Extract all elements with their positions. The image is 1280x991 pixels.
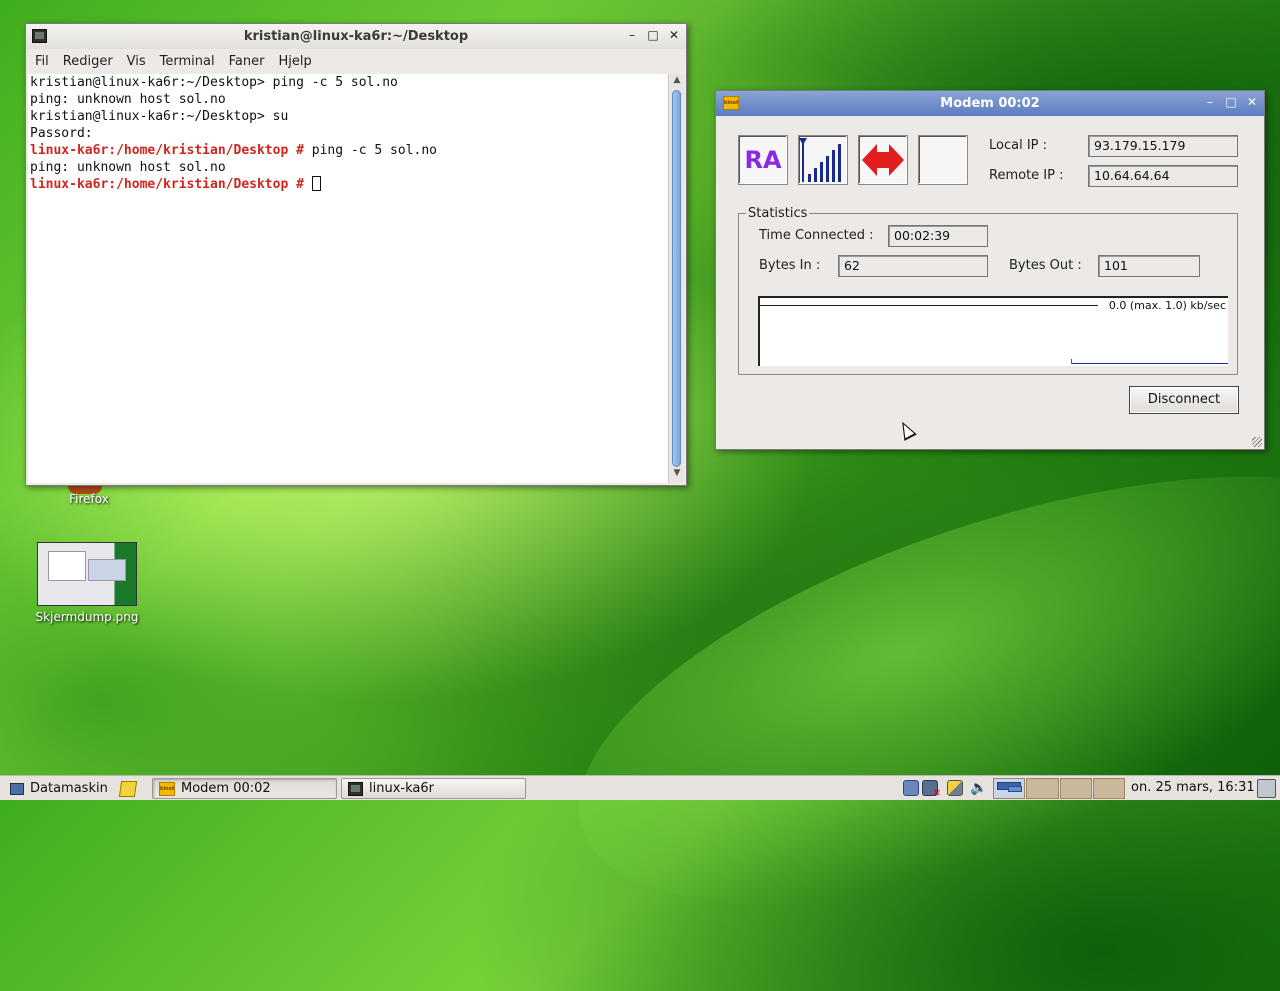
updater-icon[interactable]: [947, 780, 963, 796]
kinternet-icon: kinet: [159, 781, 175, 796]
desktop-icon-firefox[interactable]: Firefox: [29, 492, 149, 506]
task-label: Modem 00:02: [181, 781, 271, 796]
workspace-4[interactable]: [1092, 778, 1125, 799]
vertical-scrollbar[interactable]: ▲ ▼: [668, 74, 684, 483]
local-ip-field: 93.179.15.179: [1088, 135, 1238, 157]
start-menu-button[interactable]: Datamaskin: [4, 778, 116, 799]
maximize-icon[interactable]: □: [647, 28, 659, 42]
signal-strength-icon: [798, 135, 848, 185]
clipboard-icon[interactable]: [903, 780, 919, 796]
bytes-in-label: Bytes In :: [759, 258, 821, 273]
time-connected-label: Time Connected :: [759, 228, 874, 243]
minimize-icon[interactable]: –: [1204, 95, 1216, 109]
graph-max-line: [760, 305, 1098, 306]
close-icon[interactable]: ✕: [1246, 95, 1258, 109]
network-disconnected-icon[interactable]: ✕: [922, 780, 941, 799]
rate-label: 0.0 (max. 1.0) kb/sec: [1108, 299, 1226, 312]
scroll-up-icon[interactable]: ▲: [669, 75, 685, 89]
clock[interactable]: on. 25 mars, 16:31: [1131, 780, 1255, 795]
ra-indicator: RA: [738, 135, 788, 185]
desktop-icon-label: Firefox: [69, 492, 109, 506]
menu-vis[interactable]: Vis: [120, 54, 153, 69]
terminal-output[interactable]: kristian@linux-ka6r:~/Desktop> ping -c 5…: [28, 74, 668, 483]
window-titlebar[interactable]: kinet Modem 00:02 – □ ✕: [716, 91, 1264, 116]
start-menu-label: Datamaskin: [30, 781, 108, 796]
image-thumbnail-icon: [37, 542, 137, 606]
scrollbar-thumb[interactable]: [672, 90, 681, 467]
menu-hjelp[interactable]: Hjelp: [271, 54, 318, 69]
terminal-line: kristian@linux-ka6r:~/Desktop> ping -c 5…: [30, 75, 398, 90]
terminal-line: linux-ka6r:/home/kristian/Desktop # ping…: [30, 143, 437, 158]
local-ip-label: Local IP :: [989, 138, 1048, 153]
maximize-icon[interactable]: □: [1225, 95, 1237, 109]
terminal-line: linux-ka6r:/home/kristian/Desktop #: [30, 176, 666, 193]
task-modem[interactable]: kinet Modem 00:02: [152, 778, 337, 799]
menubar: Fil Rediger Vis Terminal Faner Hjelp: [26, 49, 686, 73]
window-titlebar[interactable]: kristian@linux-ka6r:~/Desktop – □ ✕: [26, 24, 686, 49]
terminal-line: ping: unknown host sol.no: [30, 160, 226, 175]
modem-window[interactable]: kinet Modem 00:02 – □ ✕ RA Local IP : 93…: [715, 90, 1265, 450]
window-title: Modem 00:02: [940, 96, 1040, 111]
graph-baseline: [1072, 363, 1228, 364]
throughput-graph: 0.0 (max. 1.0) kb/sec: [758, 296, 1228, 366]
bytes-out-field: 101: [1098, 255, 1200, 277]
computer-icon: [10, 782, 24, 795]
bytes-in-field: 62: [838, 255, 988, 277]
workspace-pager[interactable]: [993, 778, 1125, 799]
terminal-icon: [348, 781, 363, 796]
show-desktop-icon[interactable]: [1257, 779, 1276, 798]
workspace-3[interactable]: [1059, 778, 1092, 799]
transfer-arrows-icon: [858, 135, 908, 185]
resize-grip-icon[interactable]: [1252, 437, 1262, 447]
remote-ip-label: Remote IP :: [989, 168, 1064, 183]
volume-icon[interactable]: 🔈: [970, 780, 987, 796]
disconnect-button[interactable]: Disconnect: [1129, 386, 1239, 414]
remote-ip-field: 10.64.64.64: [1088, 165, 1238, 187]
minimize-icon[interactable]: –: [626, 28, 638, 42]
terminal-line: ping: unknown host sol.no: [30, 92, 226, 107]
menu-terminal[interactable]: Terminal: [153, 54, 222, 69]
statistics-legend: Statistics: [746, 206, 810, 221]
scroll-down-icon[interactable]: ▼: [669, 468, 685, 482]
terminal-window[interactable]: kristian@linux-ka6r:~/Desktop – □ ✕ Fil …: [25, 23, 687, 486]
bytes-out-label: Bytes Out :: [1009, 258, 1082, 273]
notepad-icon: [118, 780, 138, 797]
window-title: kristian@linux-ka6r:~/Desktop: [243, 29, 469, 44]
task-label: linux-ka6r: [369, 781, 434, 796]
notes-launcher[interactable]: [118, 778, 144, 799]
task-terminal[interactable]: linux-ka6r: [341, 778, 526, 799]
workspace-1[interactable]: [993, 778, 1026, 799]
terminal-line: Passord:: [30, 126, 93, 141]
menu-faner[interactable]: Faner: [222, 54, 272, 69]
desktop-icon-label: Skjermdump.png: [35, 610, 139, 624]
empty-status-slot: [918, 135, 968, 185]
terminal-line: kristian@linux-ka6r:~/Desktop> su: [30, 109, 289, 124]
menu-fil[interactable]: Fil: [28, 54, 56, 69]
taskbar: Datamaskin kinet Modem 00:02 linux-ka6r …: [0, 775, 1280, 800]
close-icon[interactable]: ✕: [668, 28, 680, 42]
time-connected-field: 00:02:39: [888, 225, 988, 247]
text-cursor: [311, 176, 321, 191]
desktop-icon-screenshot[interactable]: Skjermdump.png: [27, 542, 147, 624]
menu-rediger[interactable]: Rediger: [56, 54, 120, 69]
workspace-2[interactable]: [1026, 778, 1059, 799]
